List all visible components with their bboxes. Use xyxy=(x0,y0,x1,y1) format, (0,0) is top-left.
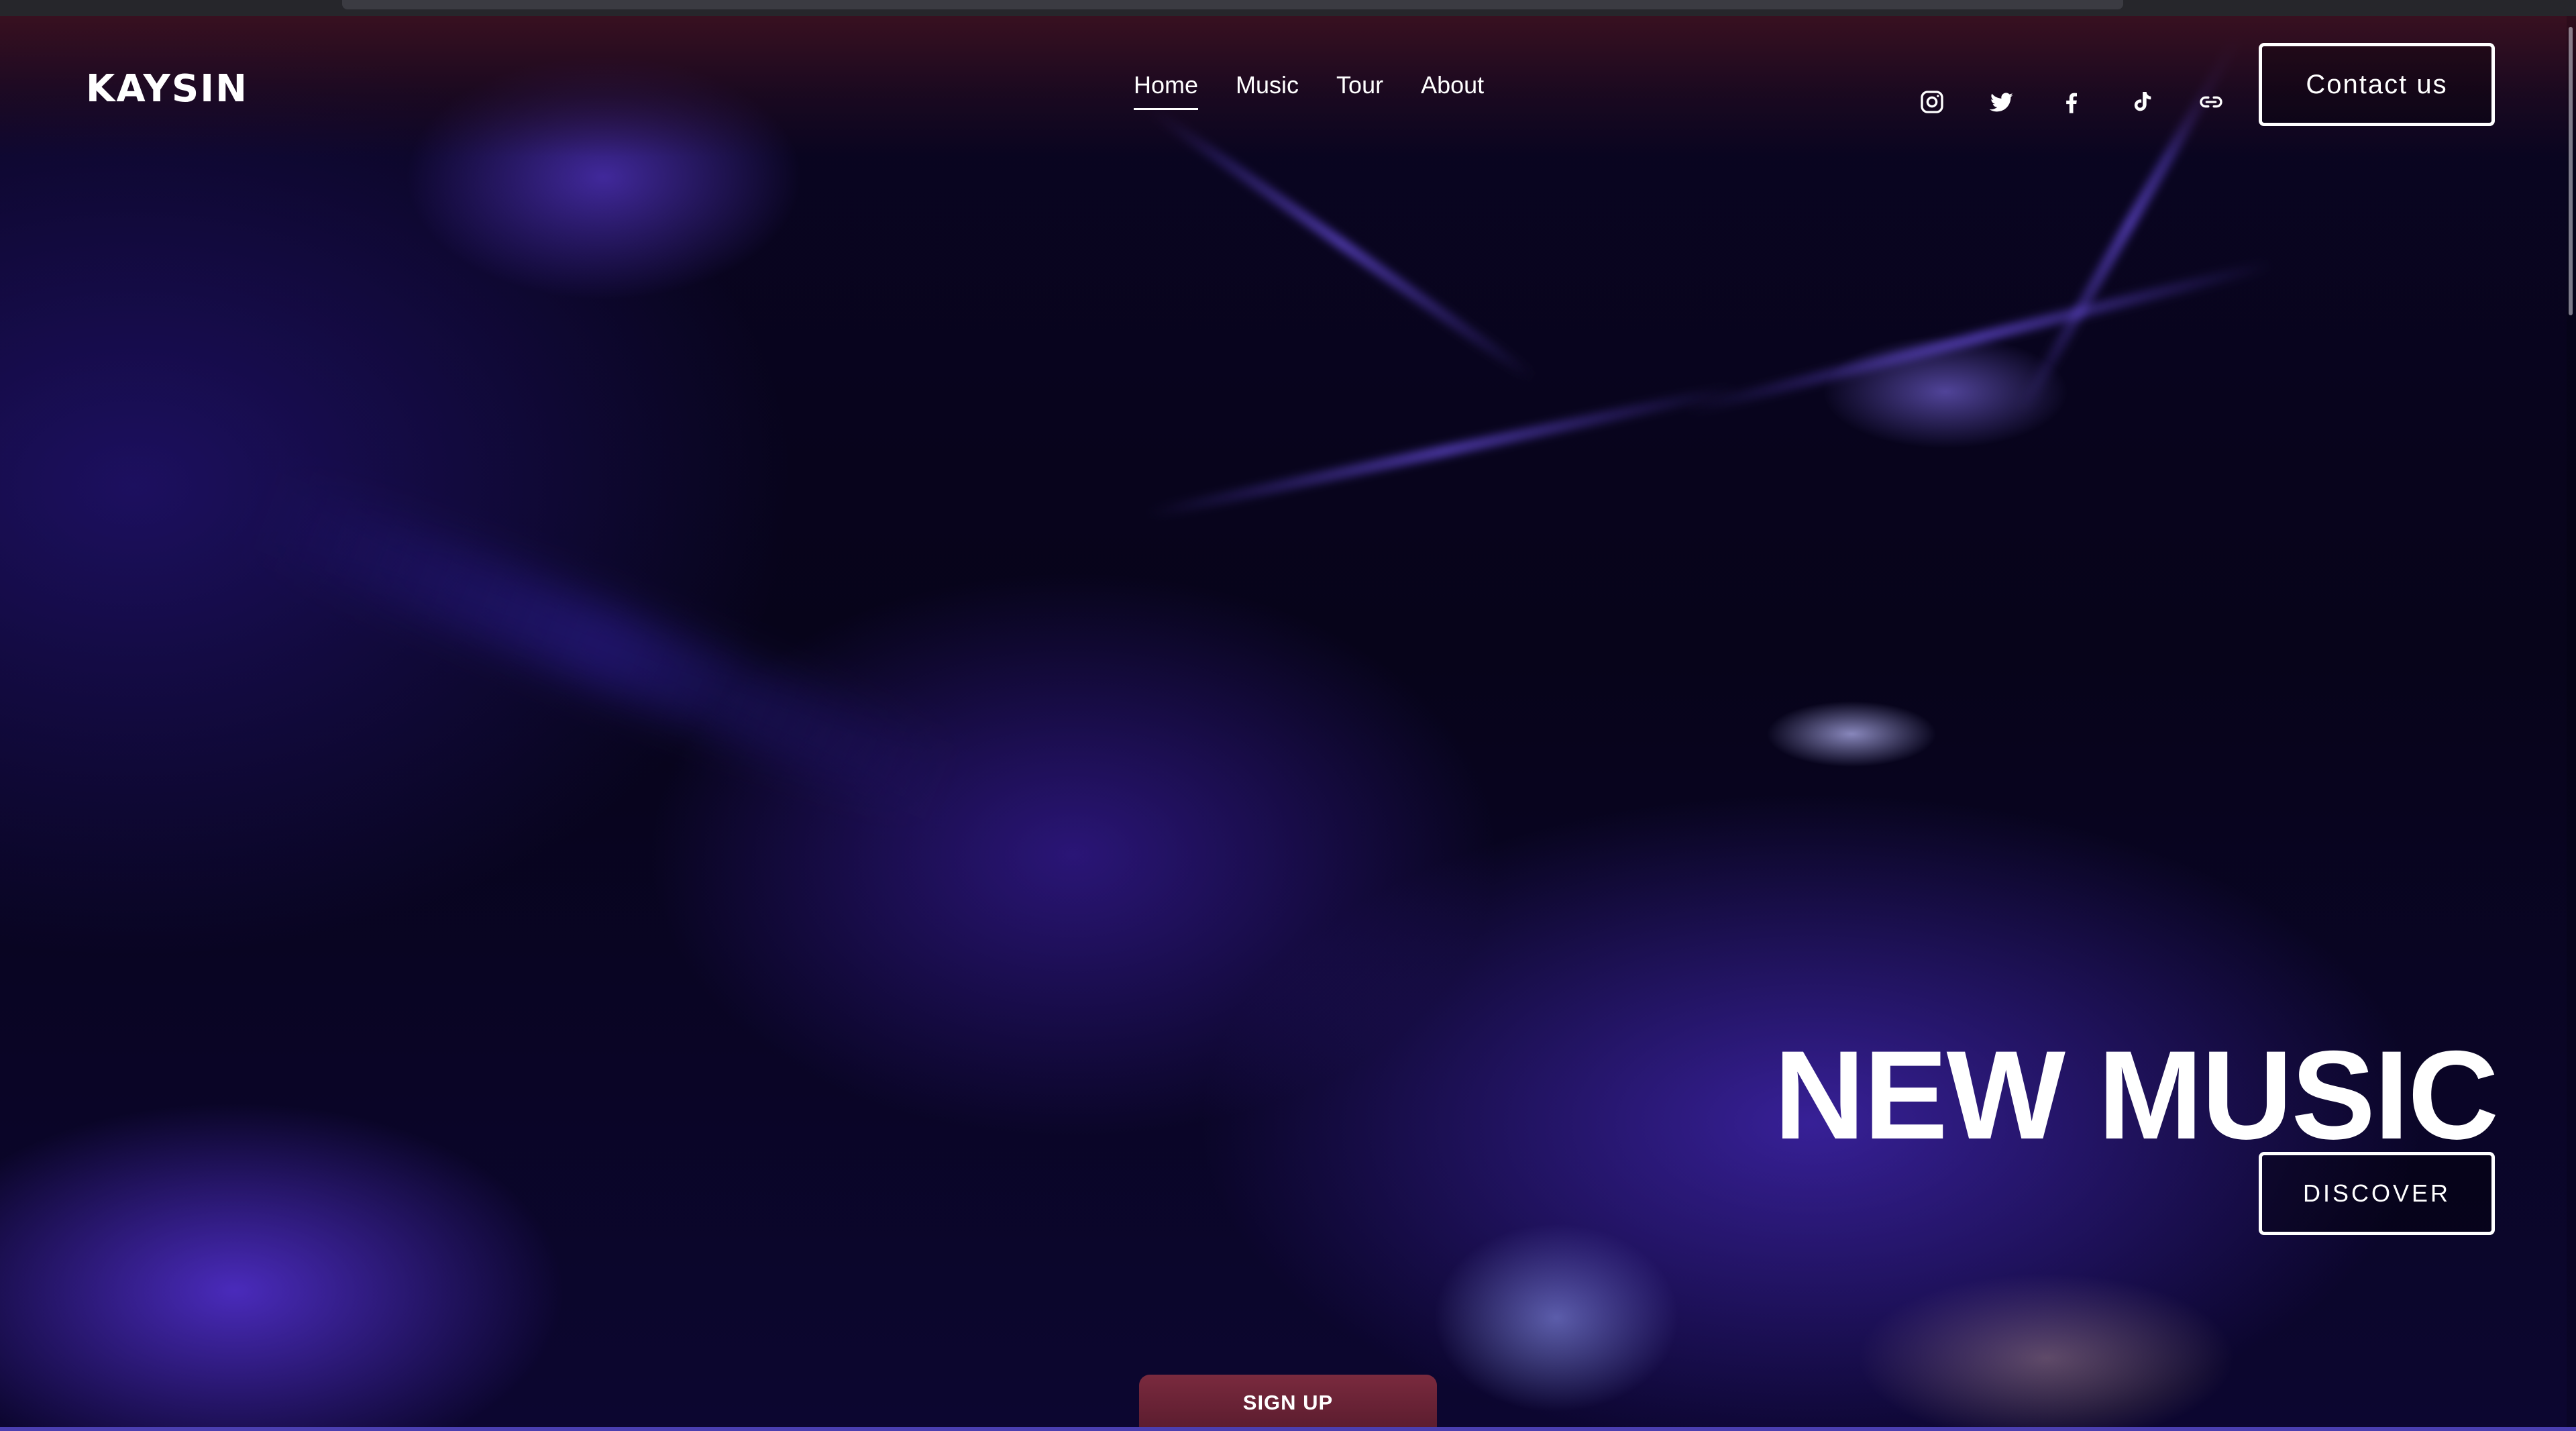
contact-us-button[interactable]: Contact us xyxy=(2259,43,2495,126)
social-links xyxy=(1897,85,2246,119)
hero-title: NEW MUSIC xyxy=(1774,1024,2499,1165)
main-nav: Home Music Tour About xyxy=(1115,71,1503,110)
facebook-icon[interactable] xyxy=(2037,85,2106,119)
light-beam xyxy=(1145,382,1739,521)
hero-background-image xyxy=(0,16,2576,1428)
browser-chrome-strip xyxy=(0,0,2576,16)
light-beam xyxy=(1684,258,2273,417)
twitter-icon[interactable] xyxy=(1967,85,2037,119)
link-icon[interactable] xyxy=(2176,85,2246,119)
nav-item-tour[interactable]: Tour xyxy=(1318,71,1402,99)
site-logo[interactable]: KAYSIN xyxy=(86,67,248,111)
sign-up-button[interactable]: SIGN UP xyxy=(1139,1375,1437,1431)
nav-item-home[interactable]: Home xyxy=(1115,71,1217,110)
scrollbar-thumb[interactable] xyxy=(2569,27,2573,315)
instagram-icon[interactable] xyxy=(1897,85,1967,119)
nav-item-music[interactable]: Music xyxy=(1217,71,1318,99)
browser-viewport: KAYSIN Home Music Tour About Contact us … xyxy=(0,0,2576,1431)
discover-button[interactable]: DISCOVER xyxy=(2259,1152,2495,1235)
browser-tab-strip xyxy=(342,0,2123,9)
site-header: KAYSIN Home Music Tour About Contact us xyxy=(0,16,2576,157)
bottom-divider xyxy=(0,1427,2576,1431)
light-beam xyxy=(246,471,961,823)
tiktok-icon[interactable] xyxy=(2106,85,2176,119)
nav-item-about[interactable]: About xyxy=(1402,71,1503,99)
